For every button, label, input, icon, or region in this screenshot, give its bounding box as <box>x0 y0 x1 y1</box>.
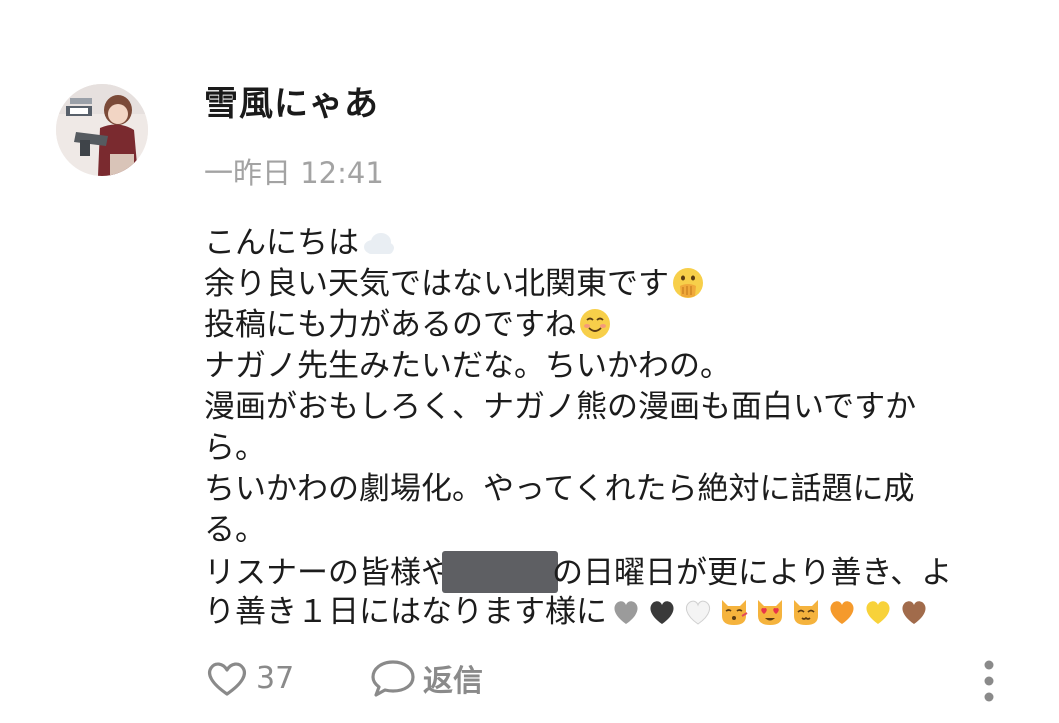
heart-eyes-cat-icon <box>758 600 782 625</box>
body-line: る。 <box>204 512 266 548</box>
body-line: 漫画がおもしろく、ナガノ熊の漫画も面白いですか <box>204 389 917 425</box>
timestamp: 一昨日 12:41 <box>204 156 384 190</box>
body-text: こんにちは <box>204 225 359 261</box>
body-line: ナガノ先生みたいだな。ちいかわの。 <box>204 348 731 384</box>
body-line: ら。 <box>204 430 266 466</box>
body-line: 投稿にも力があるのですね <box>204 305 1034 346</box>
like-count: 37 <box>256 660 295 696</box>
brown-heart-icon <box>902 601 926 624</box>
black-heart-icon <box>650 601 674 624</box>
grey-heart-icon <box>614 601 638 624</box>
comment-body: こんにちは 余り良い天気ではない北関東です 投稿にも力があるのですね ナガノ先生… <box>204 223 1034 633</box>
body-text: 投稿にも力があるのですね <box>204 307 576 343</box>
comment-actions: 37 返信 <box>204 652 1019 702</box>
body-line: こんにちは <box>204 223 1034 264</box>
avatar-image <box>56 84 148 176</box>
more-options-button[interactable] <box>977 656 1001 706</box>
kissing-cat-icon <box>722 600 748 625</box>
body-line: 余り良い天気ではない北関東です <box>204 264 1034 305</box>
face-with-hand-over-mouth-icon <box>673 268 703 298</box>
body-text: り善き１日にはなります様に <box>204 594 607 630</box>
heart-outline-icon <box>207 662 247 696</box>
redaction-block <box>442 551 558 593</box>
reply-label: 返信 <box>423 664 483 699</box>
body-text: 余り良い天気ではない北関東です <box>204 266 669 302</box>
white-heart-icon <box>685 600 711 625</box>
comment-card: 雪風にゃあ 一昨日 12:41 こんにちは 余り良い天気ではない北関東です 投稿… <box>0 0 1059 723</box>
like-button[interactable]: 37 <box>204 656 294 700</box>
more-vertical-icon <box>984 660 994 702</box>
speech-bubble-icon <box>371 660 415 697</box>
body-text: の日曜日が更により善き、よ <box>552 555 953 591</box>
body-line: り善き１日にはなります様に <box>204 592 1034 633</box>
orange-heart-icon <box>830 601 854 624</box>
smiling-cat-icon <box>794 600 818 625</box>
body-line: ちいかわの劇場化。やってくれたら絶対に話題に成 <box>204 471 915 507</box>
author-name[interactable]: 雪風にゃあ <box>204 84 379 124</box>
body-line: リスナーの皆様や の日曜日が更により善き、よ <box>204 551 1034 593</box>
body-text: リスナーの皆様や <box>204 555 452 591</box>
yellow-heart-icon <box>866 601 890 624</box>
avatar[interactable] <box>56 84 148 176</box>
cloud-icon <box>364 233 394 254</box>
smiling-face-icon <box>580 309 610 339</box>
reply-button[interactable]: 返信 <box>369 656 483 700</box>
